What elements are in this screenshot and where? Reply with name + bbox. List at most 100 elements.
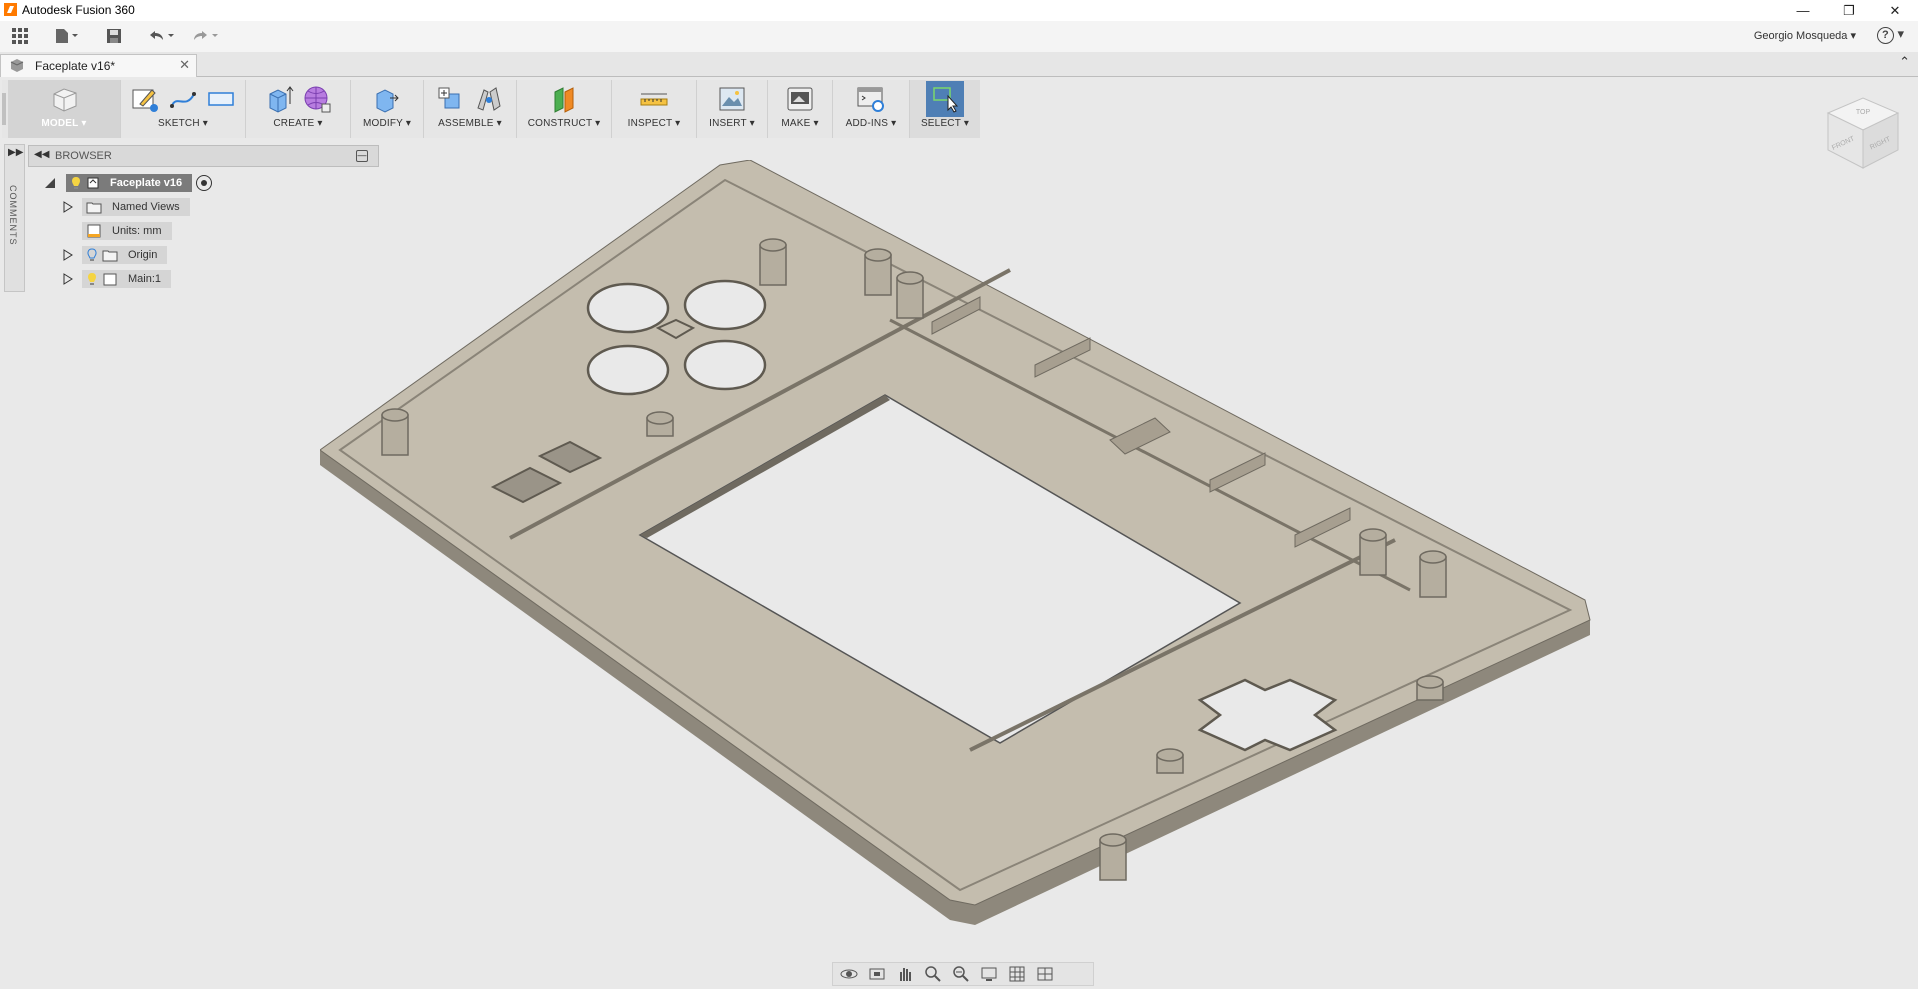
measure-icon[interactable] bbox=[639, 84, 669, 114]
browser-item-label: Named Views bbox=[112, 201, 180, 213]
inspect-group[interactable]: INSPECT ▾ bbox=[612, 80, 697, 138]
model-viewport[interactable] bbox=[320, 160, 1620, 940]
add-ins-group[interactable]: ADD-INS ▾ bbox=[833, 80, 910, 138]
new-component-icon[interactable] bbox=[436, 84, 466, 114]
sketch-group[interactable]: SKETCH ▾ bbox=[121, 80, 246, 138]
browser-item-label: Origin bbox=[128, 249, 158, 261]
construct-group[interactable]: CONSTRUCT ▾ bbox=[517, 80, 612, 138]
make-group[interactable]: MAKE ▾ bbox=[768, 80, 833, 138]
close-icon[interactable]: ✕ bbox=[1872, 0, 1918, 21]
activate-radio-icon[interactable] bbox=[196, 175, 213, 191]
expand-comments-icon[interactable]: ▶▶ bbox=[8, 147, 23, 158]
minimize-icon[interactable]: — bbox=[1780, 0, 1826, 21]
visibility-bulb-icon[interactable] bbox=[86, 248, 98, 262]
model-workspace-icon bbox=[49, 84, 79, 114]
insert-image-icon[interactable] bbox=[717, 84, 747, 114]
display-settings-icon[interactable] bbox=[977, 964, 1001, 984]
zoom-window-icon[interactable] bbox=[949, 964, 973, 984]
undo-icon[interactable] bbox=[144, 26, 178, 46]
joint-icon[interactable] bbox=[474, 84, 504, 114]
rectangle-icon[interactable] bbox=[206, 84, 236, 114]
modify-label: MODIFY bbox=[362, 118, 403, 129]
browser-item-named-views[interactable]: Named Views bbox=[62, 197, 190, 217]
chevron-up-icon[interactable]: ⌃ bbox=[1899, 54, 1910, 70]
workspace-switcher[interactable]: MODEL ▾ bbox=[8, 80, 121, 138]
pan-icon[interactable] bbox=[893, 964, 917, 984]
browser-item-origin[interactable]: Origin bbox=[62, 245, 168, 265]
grid-menu-icon[interactable] bbox=[10, 26, 30, 46]
workspace-label: MODEL bbox=[41, 118, 79, 129]
document-tab-label: Faceplate v16* bbox=[35, 59, 116, 73]
browser-root-label: Faceplate v16 bbox=[110, 177, 183, 189]
create-sketch-icon[interactable] bbox=[130, 84, 160, 114]
document-component-icon bbox=[87, 177, 99, 189]
restore-icon[interactable]: ❐ bbox=[1826, 0, 1872, 21]
add-ins-label: ADD-INS bbox=[845, 118, 889, 129]
expand-triangle-icon[interactable] bbox=[62, 249, 74, 261]
assemble-label: ASSEMBLE bbox=[438, 118, 494, 129]
folder-icon bbox=[86, 202, 102, 214]
zoom-icon[interactable] bbox=[921, 964, 945, 984]
select-icon[interactable] bbox=[926, 81, 964, 117]
visibility-bulb-icon[interactable] bbox=[70, 176, 82, 190]
browser-item-main[interactable]: Main:1 bbox=[62, 269, 172, 289]
browser-item-label: Units: mm bbox=[112, 225, 162, 237]
toolbar: MODEL ▾ SKETCH ▾ CREATE ▾ MODIFY ▾ ASSEM… bbox=[2, 80, 980, 138]
expand-triangle-icon[interactable] bbox=[62, 273, 74, 285]
document-tab-bar: Faceplate v16* ✕ ⌃ bbox=[0, 52, 1918, 77]
create-group[interactable]: CREATE ▾ bbox=[246, 80, 351, 138]
expand-triangle-icon[interactable] bbox=[62, 201, 74, 213]
file-menu-icon[interactable] bbox=[52, 26, 82, 46]
select-label: SELECT bbox=[920, 118, 961, 129]
component-icon bbox=[103, 273, 117, 286]
select-group[interactable]: SELECT ▾ bbox=[910, 80, 980, 138]
help-icon: ? bbox=[1876, 27, 1894, 44]
make-label: MAKE bbox=[781, 118, 811, 129]
viewcube[interactable]: TOP FRONT RIGHT bbox=[1818, 88, 1908, 178]
3d-print-icon[interactable] bbox=[785, 84, 815, 114]
fusion-app-icon bbox=[4, 3, 17, 16]
viewcube-top[interactable]: TOP bbox=[1856, 109, 1871, 116]
look-at-icon[interactable] bbox=[865, 964, 889, 984]
offset-plane-icon[interactable] bbox=[549, 84, 579, 114]
form-icon[interactable] bbox=[302, 84, 332, 114]
help-menu[interactable]: ? ▾ bbox=[1876, 26, 1904, 44]
units-document-icon bbox=[87, 224, 101, 238]
insert-label: INSERT bbox=[709, 118, 747, 129]
create-label: CREATE bbox=[273, 118, 315, 129]
scripts-addins-icon[interactable] bbox=[856, 84, 886, 114]
collapse-triangle-icon[interactable] bbox=[44, 177, 56, 189]
collapse-browser-icon[interactable]: ◀◀ bbox=[34, 149, 49, 160]
faceplate-model[interactable] bbox=[320, 160, 1591, 925]
title-bar: Autodesk Fusion 360 — ❐ ✕ bbox=[0, 0, 1918, 21]
modify-group[interactable]: MODIFY ▾ bbox=[351, 80, 424, 138]
component-icon bbox=[10, 59, 24, 72]
orbit-icon[interactable] bbox=[837, 964, 861, 984]
viewports-icon[interactable] bbox=[1033, 964, 1057, 984]
insert-group[interactable]: INSERT ▾ bbox=[697, 80, 768, 138]
visibility-bulb-icon[interactable] bbox=[86, 272, 98, 286]
sketch-label: SKETCH bbox=[158, 118, 200, 129]
redo-icon[interactable] bbox=[188, 26, 222, 46]
navigation-bar bbox=[832, 962, 1094, 986]
comments-label: COMMENTS bbox=[8, 185, 18, 246]
browser-root-row[interactable]: Faceplate v16 bbox=[44, 173, 213, 193]
window-title: Autodesk Fusion 360 bbox=[22, 3, 135, 17]
browser-title: BROWSER bbox=[55, 150, 112, 162]
inspect-label: INSPECT bbox=[627, 118, 673, 129]
quick-access-bar: Georgio Mosqueda ▾ ? ▾ bbox=[0, 21, 1918, 53]
folder-icon bbox=[102, 250, 118, 262]
grid-settings-icon[interactable] bbox=[1005, 964, 1029, 984]
save-icon[interactable] bbox=[104, 26, 124, 46]
extrude-icon[interactable] bbox=[264, 84, 294, 114]
line-icon[interactable] bbox=[168, 84, 198, 114]
construct-label: CONSTRUCT bbox=[527, 118, 593, 129]
close-tab-icon[interactable]: ✕ bbox=[179, 57, 190, 73]
press-pull-icon[interactable] bbox=[372, 84, 402, 114]
user-menu[interactable]: Georgio Mosqueda ▾ bbox=[1754, 29, 1856, 42]
assemble-group[interactable]: ASSEMBLE ▾ bbox=[424, 80, 517, 138]
browser-item-label: Main:1 bbox=[128, 273, 162, 285]
comments-panel[interactable]: ▶▶ COMMENTS bbox=[4, 144, 25, 292]
browser-item-units[interactable]: Units: mm bbox=[62, 221, 172, 241]
document-tab[interactable]: Faceplate v16* ✕ bbox=[0, 54, 197, 77]
